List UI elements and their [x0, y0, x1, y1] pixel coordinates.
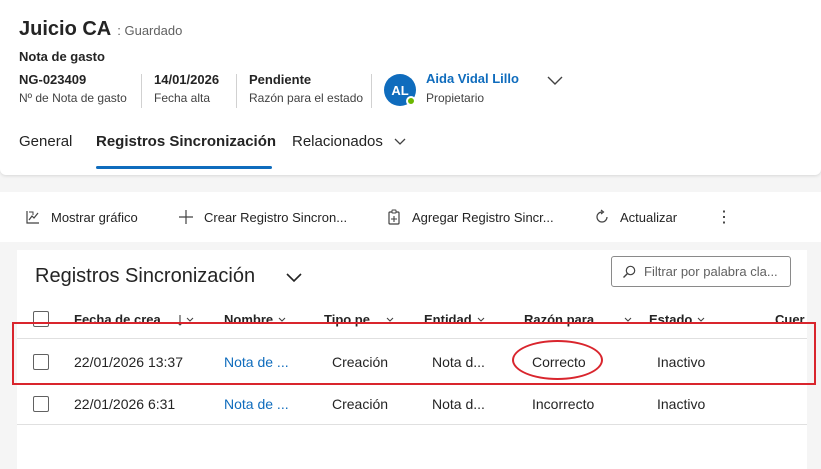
chart-icon — [26, 211, 39, 224]
cell-estado: Inactivo — [657, 396, 706, 412]
annotation-row-highlight — [12, 322, 816, 385]
field-label: Fecha alta — [154, 91, 211, 105]
cell-tipo: Creación — [332, 396, 389, 412]
save-status: : Guardado — [117, 23, 183, 38]
title-row: Juicio CA : Guardado — [19, 18, 182, 41]
cell-fecha: 22/01/2026 6:31 — [74, 396, 176, 412]
entity-type-label: Nota de gasto — [19, 49, 105, 64]
command-bar: Mostrar gráfico Crear Registro Sincron..… — [0, 192, 821, 242]
field-label: Razón para el estado — [249, 91, 364, 105]
field-label: Nº de Nota de gasto — [19, 91, 127, 105]
row-divider — [17, 424, 807, 425]
field-value: 14/01/2026 — [154, 72, 220, 87]
field-separator — [141, 74, 142, 108]
search-icon — [623, 265, 636, 278]
record-title: Juicio CA — [19, 18, 112, 40]
command-label: Crear Registro Sincron... — [204, 209, 348, 225]
cell-nombre-link[interactable]: Nota de ... — [224, 396, 289, 412]
command-label: Mostrar gráfico — [51, 209, 138, 225]
tab-general[interactable]: General — [19, 133, 72, 150]
cell-razon: Incorrecto — [532, 396, 595, 412]
field-created-date: 14/01/2026 Fecha alta — [154, 71, 219, 105]
annotation-ellipse — [512, 340, 603, 380]
add-existing-sync-record-button[interactable]: Agregar Registro Sincr... — [386, 206, 554, 228]
field-separator — [236, 74, 237, 108]
filter-input[interactable] — [644, 264, 784, 279]
chevron-down-icon — [394, 138, 406, 145]
cell-entidad: Nota d... — [432, 396, 485, 412]
tab-label: Relacionados — [292, 133, 383, 150]
refresh-icon — [596, 209, 608, 223]
clipboard-add-icon — [388, 209, 400, 225]
owner-label: Propietario — [426, 91, 485, 105]
presence-status-icon — [406, 96, 416, 106]
field-value: Pendiente — [249, 72, 312, 87]
chevron-down-icon[interactable] — [284, 267, 304, 287]
show-chart-button[interactable]: Mostrar gráfico — [25, 206, 138, 228]
field-separator — [371, 74, 372, 108]
command-label: Actualizar — [620, 209, 678, 225]
more-commands-button[interactable]: ⋮ — [716, 206, 732, 228]
tab-relacionados[interactable]: Relacionados — [292, 133, 407, 150]
command-label: Agregar Registro Sincr... — [412, 209, 554, 225]
field-note-number: NG-023409 Nº de Nota de gasto — [19, 71, 127, 105]
subgrid-title: Registros Sincronización — [35, 265, 256, 287]
filter-search-box[interactable] — [611, 256, 791, 287]
create-sync-record-button[interactable]: Crear Registro Sincron... — [178, 206, 347, 228]
field-status-reason: Pendiente Razón para el estado — [249, 71, 363, 105]
more-icon: ⋮ — [716, 209, 732, 226]
field-value: NG-023409 — [19, 72, 87, 87]
active-tab-indicator — [96, 166, 272, 169]
row-select-checkbox[interactable] — [33, 396, 49, 412]
record-header: Juicio CA : Guardado Nota de gasto NG-02… — [0, 0, 821, 175]
tab-registros-sincronizacion[interactable]: Registros Sincronización — [96, 133, 276, 150]
refresh-button[interactable]: Actualizar — [594, 206, 677, 228]
plus-icon — [179, 210, 193, 224]
owner-name-link[interactable]: Aida Vidal Lillo — [426, 71, 519, 86]
chevron-down-icon[interactable] — [545, 72, 565, 88]
